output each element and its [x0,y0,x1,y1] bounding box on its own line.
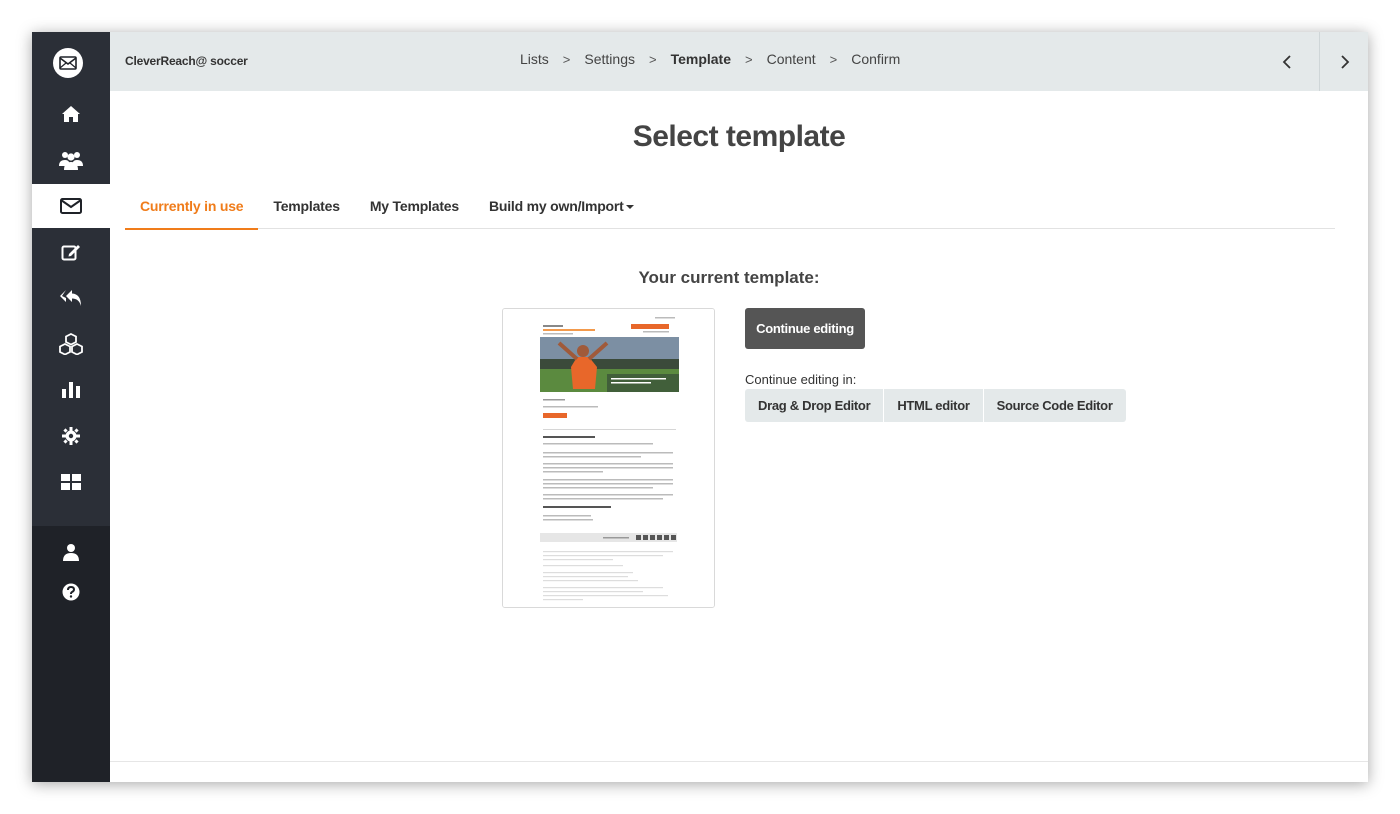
sidebar-item-account[interactable] [32,530,110,574]
sidebar-item-cubes[interactable] [32,322,110,366]
help-icon [62,583,80,601]
breadcrumb: Lists > Settings > Template > Content > … [520,51,900,67]
breadcrumb-lists[interactable]: Lists [520,51,549,67]
current-template-heading: Your current template: [638,268,820,287]
template-tabs: Currently in use Templates My Templates … [125,192,1335,230]
edit-icon [61,245,80,261]
cubes-icon [59,333,83,355]
gear-icon [62,427,80,445]
home-icon [62,106,80,122]
source-code-editor-button[interactable]: Source Code Editor [984,389,1126,422]
sidebar-item-edit[interactable] [32,230,110,274]
next-step-button[interactable] [1319,32,1368,91]
top-header: CleverReach@ soccer Lists > Settings > T… [110,32,1368,91]
tab-label: Build my own/Import [488,198,624,214]
contacts-icon [59,152,83,170]
footer-divider [110,761,1368,762]
logo-icon[interactable] [53,48,83,78]
continue-editing-button[interactable]: Continue editing [745,308,865,349]
breadcrumb-confirm[interactable]: Confirm [851,51,900,67]
sidebar-item-home[interactable] [32,92,110,136]
chevron-left-icon [1282,54,1291,69]
chart-icon [62,382,80,398]
page-title: Select template [632,120,846,153]
tab-my-templates[interactable]: My Templates [355,192,474,228]
sidebar-item-reports[interactable] [32,368,110,412]
mail-icon [60,198,82,214]
breadcrumb-separator: > [648,51,657,67]
user-icon [63,544,79,561]
sidebar [32,32,110,782]
sidebar-item-reply[interactable] [32,276,110,320]
app-window: CleverReach@ soccer Lists > Settings > T… [32,32,1368,782]
reply-icon [60,290,81,306]
tab-label: Currently in use [140,198,244,214]
chevron-right-icon [1340,54,1349,69]
tab-label: My Templates [369,198,459,214]
template-preview-image [503,309,714,607]
tab-build-own-import[interactable]: Build my own/Import [474,192,649,228]
continue-editing-in-label: Continue editing in: [745,372,857,387]
tab-currently-in-use[interactable]: Currently in use [125,192,259,230]
tab-label: Templates [273,198,340,214]
account-name: CleverReach@ soccer [125,54,248,68]
breadcrumb-separator: > [745,51,753,67]
grid-icon [61,474,81,490]
drag-drop-editor-button[interactable]: Drag & Drop Editor [745,389,885,422]
caret-down-icon [625,205,634,210]
editor-button-group: Drag & Drop Editor HTML editor Source Co… [745,389,1126,422]
breadcrumb-separator: > [829,51,838,67]
breadcrumb-template[interactable]: Template [671,51,731,67]
previous-step-button[interactable] [1262,32,1311,91]
tab-templates[interactable]: Templates [258,192,354,228]
sidebar-item-apps[interactable] [32,460,110,504]
sidebar-item-help[interactable] [32,570,110,614]
breadcrumb-separator: > [562,51,571,67]
html-editor-button[interactable]: HTML editor [884,389,984,422]
sidebar-item-contacts[interactable] [32,138,110,182]
sidebar-item-settings[interactable] [32,414,110,458]
breadcrumb-settings[interactable]: Settings [584,51,635,67]
breadcrumb-content[interactable]: Content [767,51,816,67]
template-preview[interactable] [502,308,715,608]
sidebar-item-mail[interactable] [32,184,110,228]
